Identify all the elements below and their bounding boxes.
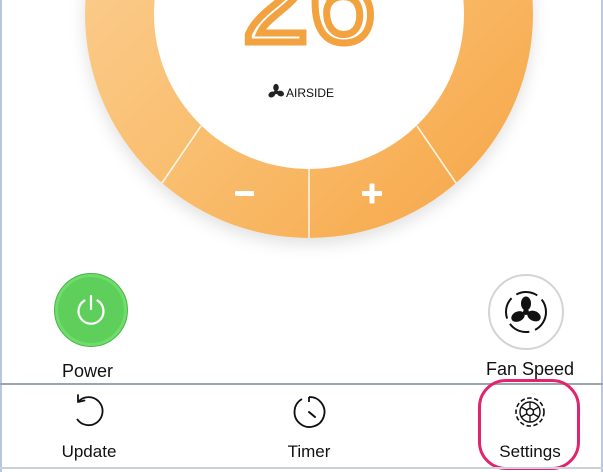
increase-button[interactable] (358, 180, 386, 208)
tab-update-label: Update (61, 442, 117, 461)
power-label: Power (62, 361, 114, 381)
thermostat-dial: 26 AIRSIDE (85, 0, 533, 238)
fan-icon (505, 291, 547, 333)
fan-speed-label: Fan Speed (486, 359, 575, 379)
power-icon (77, 294, 105, 325)
timer-icon (293, 396, 326, 428)
decrease-button[interactable] (235, 182, 260, 206)
toolbar-bottom-border (0, 467, 603, 469)
tab-timer[interactable]: Timer (249, 388, 369, 466)
fan-speed-button[interactable] (488, 274, 564, 350)
tab-timer-label: Timer (287, 442, 331, 461)
power-button[interactable] (54, 273, 128, 347)
brand-name: AIRSIDE (286, 86, 334, 100)
tab-update[interactable]: Update (29, 388, 149, 466)
settings-highlight-ring (478, 379, 580, 470)
temperature-readout: 26 (242, 0, 375, 68)
minus-icon (235, 191, 254, 196)
refresh-icon (76, 394, 104, 426)
